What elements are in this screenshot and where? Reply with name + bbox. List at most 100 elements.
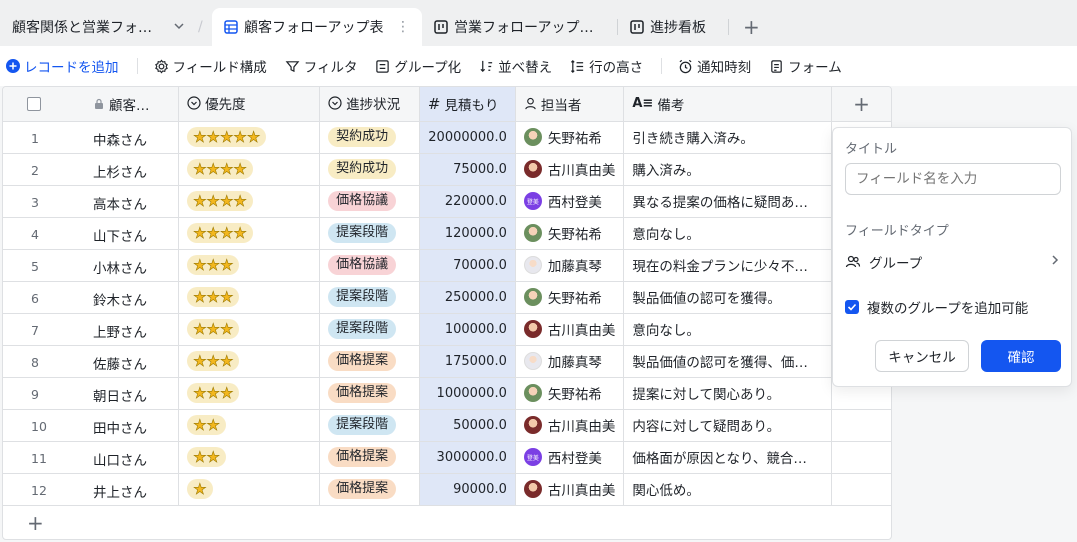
row-cell-estimate[interactable]: 220000.0 [419, 185, 516, 218]
row-cell-note[interactable]: 購入済み。 [623, 153, 833, 186]
row-cell-priority[interactable]: ★★★★★ [178, 121, 321, 154]
row-cell-owner[interactable]: 矢野祐希 [515, 377, 625, 410]
row-cell-priority[interactable]: ★★★ [178, 249, 321, 282]
table-row[interactable]: 5 小林さん ★★★ 価格協議 70000.0 加藤真琴 現在の料金プランに少々不… [3, 249, 891, 282]
row-cell-owner[interactable]: 古川真由美 [515, 313, 625, 346]
row-cell-progress[interactable]: 提案段階 [319, 409, 420, 442]
row-cell-customer[interactable]: 1 中森さん [3, 121, 180, 154]
filter-button[interactable]: フィルタ [285, 56, 357, 76]
row-cell-estimate[interactable]: 250000.0 [419, 281, 516, 314]
row-cell-progress[interactable]: 価格協議 [319, 185, 420, 218]
table-row[interactable]: 12 井上さん ★ 価格提案 90000.0 古川真由美 関心低め。 [3, 473, 891, 506]
column-header-estimate[interactable]: # 見積もり [419, 87, 516, 122]
row-cell-note[interactable]: 異なる提案の価格に疑問あ… [623, 185, 833, 218]
tab-base-name[interactable]: 顧客関係と営業フォ… [0, 8, 198, 46]
tab-sales-followup[interactable]: 営業フォローアップ… [422, 8, 617, 46]
row-cell-owner[interactable]: 登美 西村登美 [515, 441, 625, 474]
multi-group-checkbox[interactable] [845, 300, 859, 314]
add-row-plus-icon[interactable]: + [27, 511, 44, 535]
row-cell-owner[interactable]: 古川真由美 [515, 409, 625, 442]
row-cell-note[interactable]: 意向なし。 [623, 313, 833, 346]
row-cell-note[interactable]: 関心低め。 [623, 473, 833, 506]
chevron-down-icon[interactable] [172, 19, 186, 36]
row-cell-progress[interactable]: 提案段階 [319, 217, 420, 250]
row-cell-priority[interactable]: ★★★ [178, 281, 321, 314]
row-height-button[interactable]: 行の高さ [570, 56, 643, 76]
table-row[interactable]: 7 上野さん ★★★ 提案段階 100000.0 古川真由美 意向なし。 [3, 313, 891, 346]
row-cell-priority[interactable]: ★★ [178, 409, 321, 442]
row-cell-estimate[interactable]: 50000.0 [419, 409, 516, 442]
row-cell-progress[interactable]: 提案段階 [319, 313, 420, 346]
row-cell-progress[interactable]: 価格提案 [319, 441, 420, 474]
row-cell-note[interactable]: 価格面が原因となり、競合… [623, 441, 833, 474]
table-row[interactable]: 3 高本さん ★★★★ 価格協議 220000.0 登美 西村登美 異なる提案の価格に疑問あ… [3, 185, 891, 218]
row-cell-progress[interactable]: 契約成功 [319, 121, 420, 154]
row-cell-estimate[interactable]: 1000000.0 [419, 377, 516, 410]
row-cell-estimate[interactable]: 100000.0 [419, 313, 516, 346]
column-header-progress[interactable]: 進捗状況 [319, 87, 420, 122]
field-type-select[interactable]: グループ [845, 252, 1061, 272]
row-cell-note[interactable]: 製品価値の認可を獲得、価… [623, 345, 833, 378]
row-cell-estimate[interactable]: 75000.0 [419, 153, 516, 186]
tab-progress-kanban[interactable]: 進捗看板 [618, 8, 728, 46]
row-cell-progress[interactable]: 価格提案 [319, 345, 420, 378]
row-cell-estimate[interactable]: 70000.0 [419, 249, 516, 282]
field-name-input[interactable] [845, 163, 1061, 195]
row-cell-progress[interactable]: 価格協議 [319, 249, 420, 282]
field-config-button[interactable]: フィールド構成 [154, 56, 267, 76]
row-cell-note[interactable]: 内容に対して疑問あり。 [623, 409, 833, 442]
row-cell-estimate[interactable]: 120000.0 [419, 217, 516, 250]
row-cell-progress[interactable]: 価格提案 [319, 473, 420, 506]
column-header-customer[interactable]: 顧客… [3, 87, 180, 122]
more-vertical-icon[interactable]: ⋮ [396, 19, 410, 35]
row-cell-owner[interactable]: 加藤真琴 [515, 249, 625, 282]
table-row[interactable]: 6 鈴木さん ★★★ 提案段階 250000.0 矢野祐希 製品価値の認可を獲得。 [3, 281, 891, 314]
row-cell-customer[interactable]: 5 小林さん [3, 249, 180, 282]
table-row[interactable]: 4 山下さん ★★★★ 提案段階 120000.0 矢野祐希 意向なし。 [3, 217, 891, 250]
row-cell-priority[interactable]: ★ [178, 473, 321, 506]
row-cell-note[interactable]: 製品価値の認可を獲得。 [623, 281, 833, 314]
row-cell-priority[interactable]: ★★★ [178, 345, 321, 378]
row-cell-note[interactable]: 現在の料金プランに少々不… [623, 249, 833, 282]
row-cell-estimate[interactable]: 3000000.0 [419, 441, 516, 474]
add-tab-plus-icon[interactable]: + [729, 8, 774, 46]
tab-customer-followup[interactable]: 顧客フォローアップ表 ⋮ [212, 8, 422, 46]
row-cell-owner[interactable]: 古川真由美 [515, 473, 625, 506]
row-cell-priority[interactable]: ★★★ [178, 377, 321, 410]
row-cell-customer[interactable]: 11 山口さん [3, 441, 180, 474]
group-button[interactable]: グループ化 [375, 56, 461, 76]
row-cell-owner[interactable]: 矢野祐希 [515, 121, 625, 154]
table-row[interactable]: 2 上杉さん ★★★★ 契約成功 75000.0 古川真由美 購入済み。 [3, 153, 891, 186]
row-cell-customer[interactable]: 9 朝日さん [3, 377, 180, 410]
row-cell-customer[interactable]: 12 井上さん [3, 473, 180, 506]
row-cell-owner[interactable]: 加藤真琴 [515, 345, 625, 378]
row-cell-note[interactable]: 引き続き購入済み。 [623, 121, 833, 154]
row-cell-priority[interactable]: ★★★ [178, 313, 321, 346]
row-cell-owner[interactable]: 古川真由美 [515, 153, 625, 186]
multi-group-option[interactable]: 複数のグループを追加可能 [845, 297, 1028, 317]
table-row[interactable]: 9 朝日さん ★★★ 価格提案 1000000.0 矢野祐希 提案に対して関心あり。 [3, 377, 891, 410]
table-row[interactable]: 8 佐藤さん ★★★ 価格提案 175000.0 加藤真琴 製品価値の認可を獲得、価… [3, 345, 891, 378]
table-row[interactable]: 11 山口さん ★★ 価格提案 3000000.0 登美 西村登美 価格面が原因となり、競合… [3, 441, 891, 474]
row-cell-progress[interactable]: 契約成功 [319, 153, 420, 186]
sort-button[interactable]: 並べ替え [479, 56, 552, 76]
row-cell-customer[interactable]: 10 田中さん [3, 409, 180, 442]
row-cell-note[interactable]: 意向なし。 [623, 217, 833, 250]
row-cell-customer[interactable]: 8 佐藤さん [3, 345, 180, 378]
row-cell-priority[interactable]: ★★★★ [178, 185, 321, 218]
row-cell-priority[interactable]: ★★ [178, 441, 321, 474]
column-header-owner[interactable]: 担当者 [515, 87, 625, 122]
row-cell-customer[interactable]: 7 上野さん [3, 313, 180, 346]
row-cell-priority[interactable]: ★★★★ [178, 217, 321, 250]
row-cell-customer[interactable]: 3 高本さん [3, 185, 180, 218]
row-cell-customer[interactable]: 4 山下さん [3, 217, 180, 250]
row-cell-customer[interactable]: 6 鈴木さん [3, 281, 180, 314]
row-cell-progress[interactable]: 提案段階 [319, 281, 420, 314]
row-cell-priority[interactable]: ★★★★ [178, 153, 321, 186]
cancel-button[interactable]: キャンセル [875, 340, 969, 372]
row-cell-owner[interactable]: 矢野祐希 [515, 217, 625, 250]
add-record-button[interactable]: レコードを追加 [6, 56, 119, 76]
select-all-checkbox[interactable] [27, 97, 41, 111]
confirm-button[interactable]: 確認 [981, 340, 1061, 372]
column-header-priority[interactable]: 優先度 [178, 87, 321, 122]
